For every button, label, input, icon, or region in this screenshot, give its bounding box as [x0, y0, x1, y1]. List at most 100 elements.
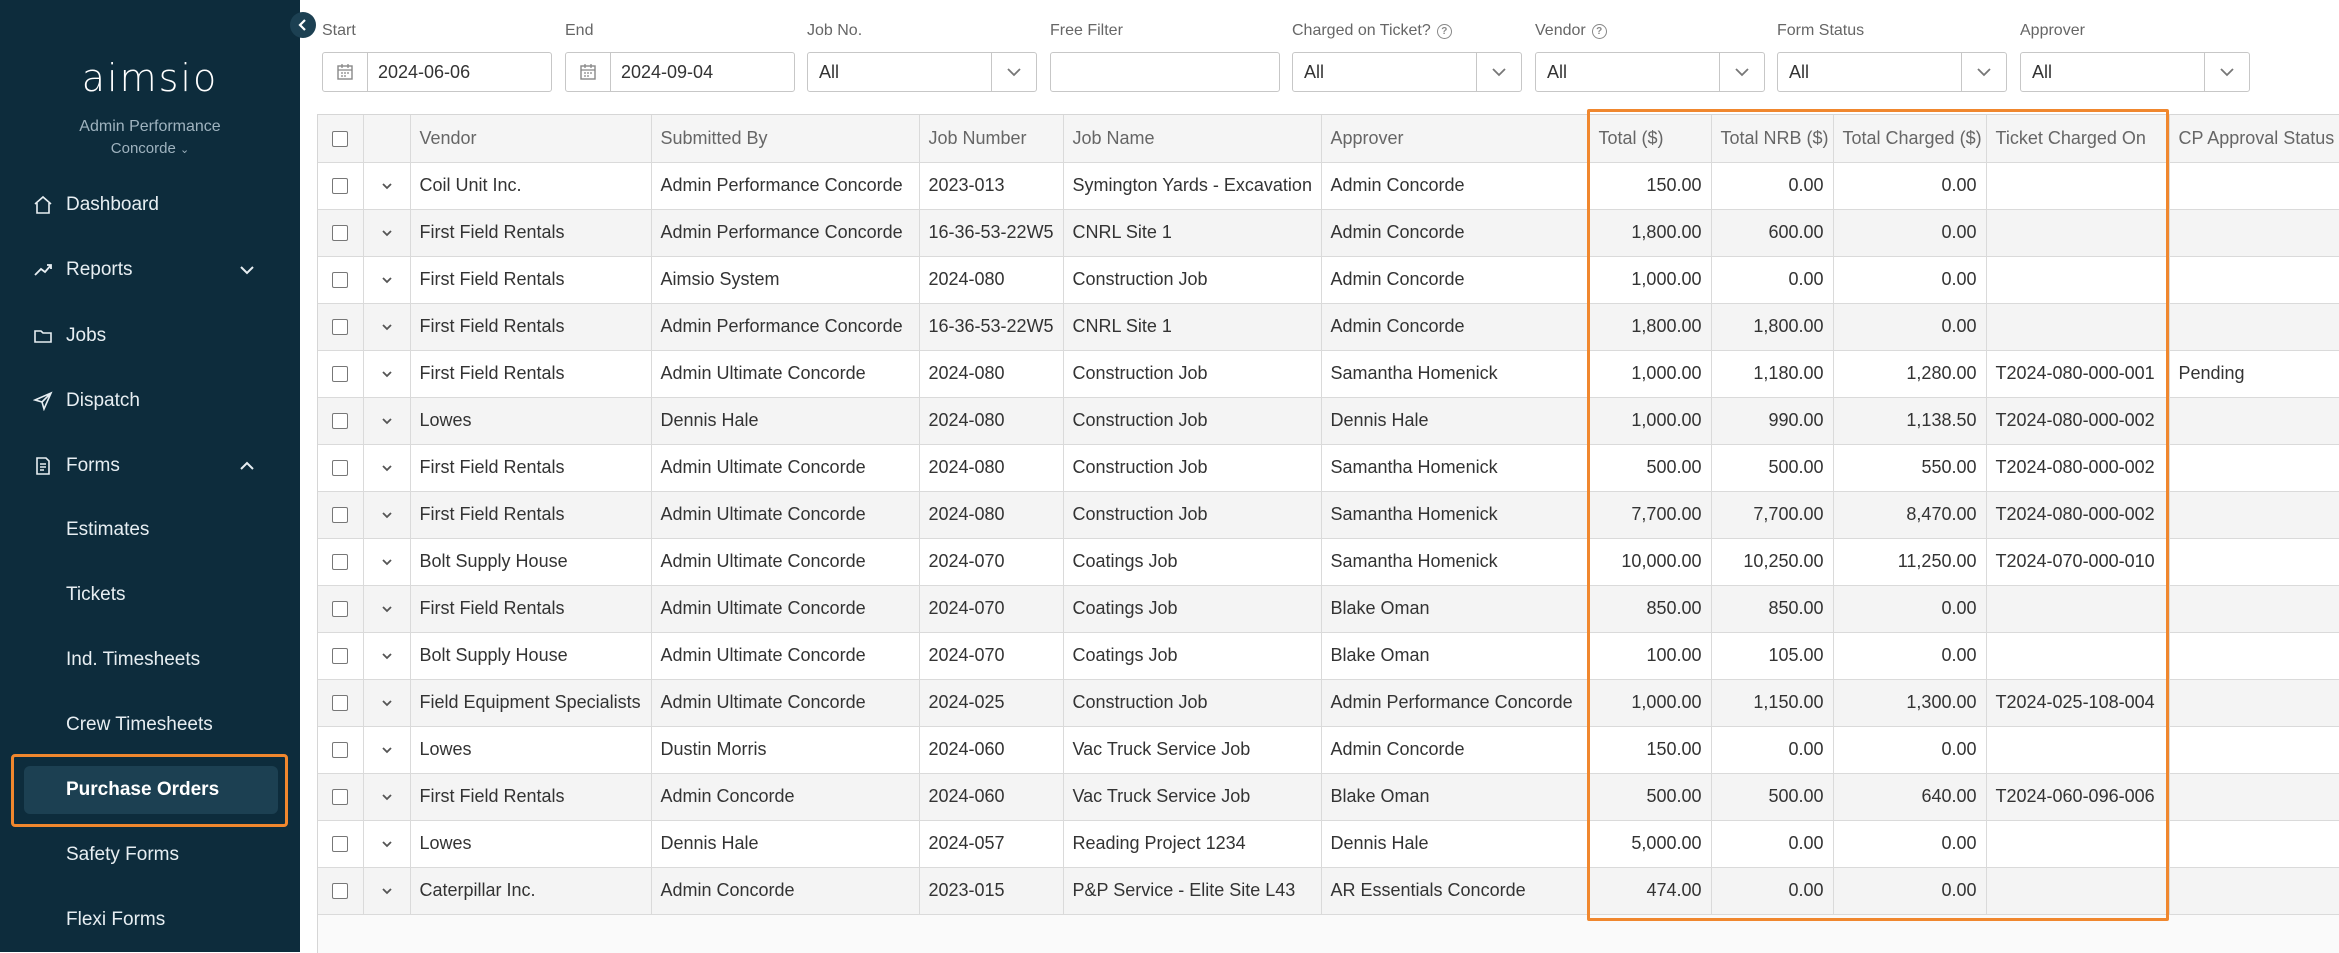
col-header-submitted-by[interactable]: Submitted By	[651, 115, 920, 163]
chevron-down-icon[interactable]	[364, 257, 410, 303]
chevron-down-icon[interactable]	[1961, 53, 2006, 91]
table-row[interactable]: First Field Rentals Aimsio System 2024-080…	[318, 256, 2339, 304]
col-header-job-number[interactable]: Job Number	[919, 115, 1064, 163]
row-expand-cell[interactable]	[363, 632, 411, 680]
select-all-cell[interactable]	[318, 115, 364, 163]
row-select-cell[interactable]	[318, 209, 364, 257]
row-checkbox[interactable]	[332, 178, 349, 195]
row-select-cell[interactable]	[318, 397, 364, 445]
nav-ind-timesheets[interactable]: Ind. Timesheets	[0, 634, 300, 686]
nav-reports[interactable]: Reports	[0, 244, 300, 296]
start-date-field[interactable]: 2024-06-06	[322, 52, 552, 92]
row-checkbox[interactable]	[332, 883, 349, 900]
row-expand-cell[interactable]	[363, 303, 411, 351]
table-row[interactable]: First Field Rentals Admin Performance Con…	[318, 209, 2339, 257]
row-checkbox[interactable]	[332, 413, 349, 430]
chevron-down-icon[interactable]	[364, 351, 410, 397]
row-select-cell[interactable]	[318, 867, 364, 915]
chevron-down-icon[interactable]	[364, 539, 410, 585]
nav-jobs[interactable]: Jobs	[0, 310, 300, 362]
row-select-cell[interactable]	[318, 773, 364, 821]
row-select-cell[interactable]	[318, 538, 364, 586]
help-icon[interactable]: ?	[1591, 23, 1607, 39]
row-select-cell[interactable]	[318, 726, 364, 774]
nav-forms[interactable]: Forms	[0, 440, 300, 492]
calendar-icon[interactable]	[566, 53, 611, 91]
nav-flexi-forms[interactable]: Flexi Forms	[0, 894, 300, 946]
org-name[interactable]: Admin Performance	[0, 118, 300, 136]
calendar-icon[interactable]	[323, 53, 368, 91]
row-checkbox[interactable]	[332, 460, 349, 477]
col-header-total-charged[interactable]: Total Charged ($)	[1833, 115, 1987, 163]
row-expand-cell[interactable]	[363, 397, 411, 445]
col-header-approver[interactable]: Approver	[1321, 115, 1590, 163]
chevron-down-icon[interactable]	[2204, 53, 2249, 91]
help-icon[interactable]: ?	[1436, 23, 1452, 39]
row-select-cell[interactable]	[318, 491, 364, 539]
row-expand-cell[interactable]	[363, 350, 411, 398]
row-expand-cell[interactable]	[363, 820, 411, 868]
end-date-field[interactable]: 2024-09-04	[565, 52, 795, 92]
nav-safety-forms[interactable]: Safety Forms	[0, 829, 300, 881]
row-select-cell[interactable]	[318, 350, 364, 398]
chevron-down-icon[interactable]	[364, 304, 410, 350]
row-expand-cell[interactable]	[363, 209, 411, 257]
chevron-down-icon[interactable]	[364, 727, 410, 773]
row-checkbox[interactable]	[332, 554, 349, 571]
chevron-down-icon[interactable]	[364, 398, 410, 444]
table-row[interactable]: Field Equipment Specialists Admin Ultimat…	[318, 679, 2339, 727]
row-expand-cell[interactable]	[363, 491, 411, 539]
chevron-down-icon[interactable]	[364, 680, 410, 726]
chevron-down-icon[interactable]	[991, 53, 1036, 91]
col-header-vendor[interactable]: Vendor	[410, 115, 652, 163]
row-checkbox[interactable]	[332, 695, 349, 712]
approver-select[interactable]: All	[2020, 52, 2250, 92]
row-select-cell[interactable]	[318, 162, 364, 210]
form-status-select[interactable]: All	[1777, 52, 2007, 92]
nav-crew-timesheets[interactable]: Crew Timesheets	[0, 699, 300, 751]
row-select-cell[interactable]	[318, 679, 364, 727]
row-checkbox[interactable]	[332, 507, 349, 524]
chevron-down-icon[interactable]	[364, 492, 410, 538]
chevron-down-icon[interactable]	[364, 821, 410, 867]
table-row[interactable]: Caterpillar Inc. Admin Concorde 2023-015 P&…	[318, 867, 2339, 915]
charged-on-ticket-select[interactable]: All	[1292, 52, 1522, 92]
chevron-down-icon[interactable]	[364, 163, 410, 209]
row-expand-cell[interactable]	[363, 256, 411, 304]
col-header-cp-approval-status[interactable]: CP Approval Status	[2169, 115, 2339, 163]
row-expand-cell[interactable]	[363, 726, 411, 774]
row-checkbox[interactable]	[332, 648, 349, 665]
org-location-selector[interactable]: Concorde ⌄	[0, 140, 300, 157]
chevron-down-icon[interactable]	[364, 586, 410, 632]
select-all-checkbox[interactable]	[332, 131, 349, 147]
table-row[interactable]: First Field Rentals Admin Ultimate Concor…	[318, 350, 2339, 398]
table-row[interactable]: First Field Rentals Admin Ultimate Concor…	[318, 444, 2339, 492]
row-select-cell[interactable]	[318, 303, 364, 351]
table-row[interactable]: Lowes Dennis Hale 2024-057 Reading Project …	[318, 820, 2339, 868]
row-select-cell[interactable]	[318, 632, 364, 680]
col-header-total[interactable]: Total ($)	[1589, 115, 1712, 163]
table-row[interactable]: First Field Rentals Admin Ultimate Concor…	[318, 585, 2339, 633]
row-select-cell[interactable]	[318, 585, 364, 633]
row-checkbox[interactable]	[332, 225, 349, 242]
free-filter-input[interactable]	[1050, 52, 1280, 92]
nav-purchase-orders[interactable]: Purchase Orders	[0, 764, 300, 816]
table-row[interactable]: First Field Rentals Admin Performance Con…	[318, 303, 2339, 351]
nav-estimates[interactable]: Estimates	[0, 504, 300, 556]
vendor-select[interactable]: All	[1535, 52, 1765, 92]
chevron-down-icon[interactable]	[364, 633, 410, 679]
row-select-cell[interactable]	[318, 444, 364, 492]
job-no-select[interactable]: All	[807, 52, 1037, 92]
row-expand-cell[interactable]	[363, 679, 411, 727]
chevron-down-icon[interactable]	[1476, 53, 1521, 91]
chevron-down-icon[interactable]	[364, 445, 410, 491]
row-expand-cell[interactable]	[363, 867, 411, 915]
table-row[interactable]: Coil Unit Inc. Admin Performance Concorde…	[318, 162, 2339, 210]
table-row[interactable]: Bolt Supply House Admin Ultimate Concorde…	[318, 632, 2339, 680]
row-checkbox[interactable]	[332, 742, 349, 759]
collapse-sidebar-button[interactable]	[290, 12, 316, 38]
table-row[interactable]: Bolt Supply House Admin Ultimate Concorde…	[318, 538, 2339, 586]
nav-dashboard[interactable]: Dashboard	[0, 179, 300, 231]
nav-dispatch[interactable]: Dispatch	[0, 375, 300, 427]
row-checkbox[interactable]	[332, 601, 349, 618]
